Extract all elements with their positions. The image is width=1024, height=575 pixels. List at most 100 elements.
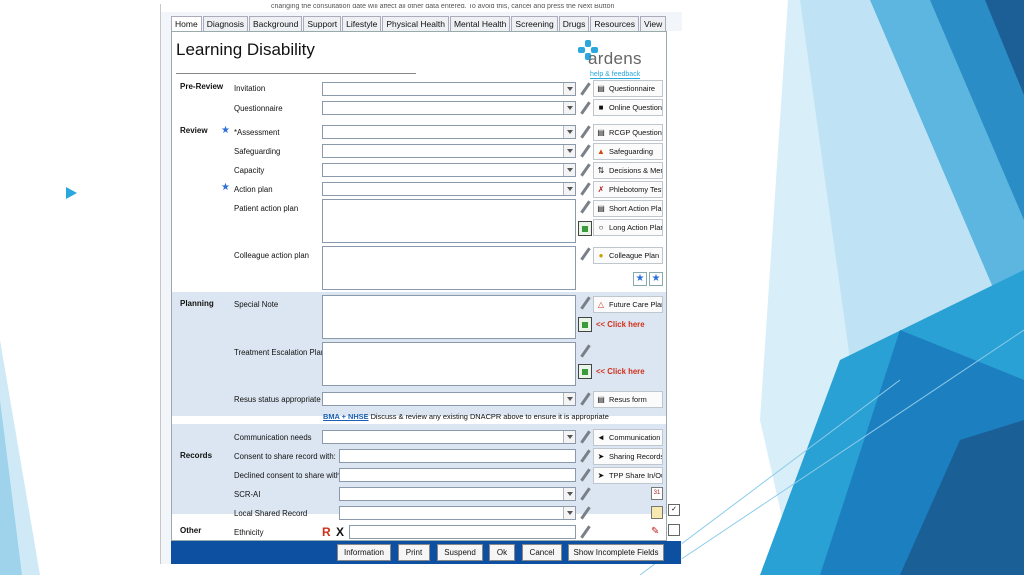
bma-nhse-link[interactable]: BMA + NHSE [323, 412, 369, 421]
help-feedback-link[interactable]: help & feedback [590, 71, 641, 79]
show-incomplete-fields-button[interactable]: Show Incomplete Fields [568, 544, 664, 561]
tab-physical-health[interactable]: Physical Health [382, 16, 449, 31]
chevron-down-icon[interactable] [563, 102, 575, 114]
suspend-button[interactable]: Suspend [437, 544, 483, 561]
tab-screening[interactable]: Screening [511, 16, 558, 31]
chevron-down-icon[interactable] [563, 145, 575, 157]
pencil-icon[interactable] [578, 296, 592, 310]
communication-needs-dropdown[interactable] [322, 430, 576, 444]
pencil-icon[interactable] [578, 487, 592, 501]
tab-home[interactable]: Home [171, 16, 202, 31]
treatment-escalation-textarea[interactable] [322, 342, 576, 386]
ok-button[interactable]: Ok [489, 544, 515, 561]
chevron-down-icon[interactable] [563, 83, 575, 95]
tab-mental-health[interactable]: Mental Health [449, 16, 511, 31]
resus-status-dropdown[interactable] [322, 392, 576, 406]
declined-share-input[interactable] [339, 468, 576, 482]
read-code-icon[interactable]: R [322, 525, 331, 539]
pencil-icon[interactable] [578, 430, 592, 444]
pencil-icon[interactable] [578, 125, 592, 139]
section-review: Review [180, 126, 208, 135]
decisions-mental-capacity-button[interactable]: ⇅ Decisions & Ment [593, 162, 663, 179]
tab-background[interactable]: Background [249, 16, 303, 31]
tpp-share-button[interactable]: ➤ TPP Share In/Out [593, 467, 663, 484]
pencil-icon[interactable] [578, 101, 592, 115]
safeguarding-dropdown[interactable] [322, 144, 576, 158]
chevron-down-icon[interactable] [563, 488, 575, 500]
pencil-icon[interactable] [578, 525, 592, 539]
cancel-button[interactable]: Cancel [522, 544, 562, 561]
communication-needs-button[interactable]: ◄ Communication N [593, 429, 663, 446]
questionnaire-dropdown[interactable] [322, 101, 576, 115]
short-action-plan-button[interactable]: ▤ Short Action Plan [593, 200, 663, 217]
star-icon: ★ [221, 182, 230, 193]
star-icon[interactable]: ★ [633, 272, 647, 286]
pencil-icon[interactable] [578, 392, 592, 406]
checkbox-icon[interactable]: ✓ [668, 504, 680, 516]
phlebotomy-test-button[interactable]: ✗ Phlebotomy Test [593, 181, 663, 198]
tab-resources[interactable]: Resources [590, 16, 640, 31]
pencil-icon[interactable] [578, 247, 592, 261]
scr-ai-dropdown[interactable] [339, 487, 576, 501]
calendar-icon[interactable]: 31 [651, 487, 663, 500]
local-shared-record-dropdown[interactable] [339, 506, 576, 520]
ethnicity-input[interactable] [349, 525, 576, 539]
chevron-down-icon[interactable] [563, 126, 575, 138]
colleague-action-plan-textarea[interactable] [322, 246, 576, 290]
bullet-arrow-icon [66, 187, 77, 199]
invitation-dropdown[interactable] [322, 82, 576, 96]
pencil-icon[interactable] [578, 200, 592, 214]
patient-action-plan-textarea[interactable] [322, 199, 576, 243]
safeguarding-button[interactable]: ▲ Safeguarding [593, 143, 663, 160]
tab-view[interactable]: View [640, 16, 667, 31]
information-button[interactable]: Information [337, 544, 391, 561]
consent-share-input[interactable] [339, 449, 576, 463]
tab-diagnosis[interactable]: Diagnosis [202, 16, 249, 31]
computer-icon: ■ [598, 103, 604, 112]
local-shared-record-label: Local Shared Record [234, 509, 308, 518]
action-bar: Information Print Suspend Ok Cancel Show… [171, 541, 681, 564]
print-button[interactable]: Print [398, 544, 430, 561]
click-here-link[interactable]: << Click here [596, 367, 645, 376]
action-plan-dropdown[interactable] [322, 182, 576, 196]
colleague-plan-button[interactable]: ● Colleague Plan [593, 247, 663, 264]
click-here-link[interactable]: << Click here [596, 320, 645, 329]
special-note-textarea[interactable] [322, 295, 576, 339]
chevron-down-icon[interactable] [563, 164, 575, 176]
pencil-icon[interactable] [578, 506, 592, 520]
long-action-plan-button[interactable]: ○ Long Action Plan [593, 219, 663, 236]
certificate-icon[interactable] [651, 506, 663, 519]
tab-drugs[interactable]: Drugs [558, 16, 590, 31]
tab-support[interactable]: Support [303, 16, 342, 31]
pencil-icon[interactable] [578, 182, 592, 196]
document-icon: ▤ [597, 84, 605, 93]
pencil-icon[interactable] [578, 163, 592, 177]
chevron-down-icon[interactable] [563, 183, 575, 195]
tag-icon[interactable]: ✎ [651, 525, 663, 538]
pencil-icon[interactable] [578, 449, 592, 463]
chevron-down-icon[interactable] [563, 507, 575, 519]
chevron-down-icon[interactable] [563, 393, 575, 405]
pencil-icon[interactable] [578, 468, 592, 482]
pencil-icon[interactable] [578, 82, 592, 96]
rcgp-questionnaire-button[interactable]: ▤RCGP Questionna [593, 124, 663, 141]
checkbox-icon[interactable] [668, 524, 680, 536]
pencil-icon[interactable] [578, 344, 592, 358]
star-icon[interactable]: ★ [649, 272, 663, 286]
template-panel: Learning Disability ardens help & feedba… [171, 31, 667, 541]
online-questionnaire-button[interactable]: ■Online Questionna [593, 99, 663, 116]
questionnaire-button[interactable]: ▤ Questionnaire [593, 80, 663, 97]
assessment-dropdown[interactable] [322, 125, 576, 139]
chevron-down-icon[interactable] [563, 431, 575, 443]
clear-icon[interactable]: X [336, 525, 344, 539]
pencil-icon[interactable] [578, 144, 592, 158]
sharing-records-button[interactable]: ➤ Sharing Records [593, 448, 663, 465]
tab-lifestyle[interactable]: Lifestyle [342, 16, 382, 31]
resus-form-button[interactable]: ▤ Resus form [593, 391, 663, 408]
export-icon[interactable] [578, 317, 592, 332]
export-icon[interactable] [578, 364, 592, 379]
invitation-label: Invitation [234, 84, 266, 93]
capacity-dropdown[interactable] [322, 163, 576, 177]
future-care-plan-button[interactable]: △ Future Care Plan [593, 296, 663, 313]
export-icon[interactable] [578, 221, 592, 236]
